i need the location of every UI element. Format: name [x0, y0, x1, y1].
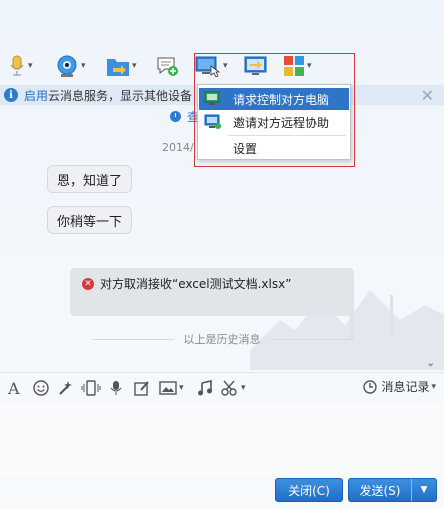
- font-icon[interactable]: A: [8, 379, 20, 398]
- emoji-icon[interactable]: [33, 379, 49, 397]
- file-cancel-row: ✕ 对方取消接收“excel测试文档.xlsx”: [82, 275, 291, 292]
- info-icon: i: [4, 88, 18, 102]
- webcam-icon: [57, 55, 77, 77]
- send-button[interactable]: 发送(S): [348, 478, 412, 502]
- chevron-down-icon[interactable]: ▾: [132, 61, 137, 71]
- folder-send-icon: [107, 59, 129, 76]
- chevron-down-icon[interactable]: ⌄: [426, 356, 435, 369]
- screenshot-scissors-icon[interactable]: ▾: [221, 379, 246, 397]
- microphone-icon: [10, 55, 24, 76]
- chevron-down-icon: ▾: [431, 381, 436, 392]
- notice-text: 对方取消接收“excel测试文档.xlsx”: [100, 277, 292, 291]
- message-record-label: 消息记录: [381, 380, 430, 394]
- chat-add-icon: [157, 57, 178, 76]
- chevron-down-icon[interactable]: ▾: [28, 61, 33, 71]
- chevron-down-icon[interactable]: ▾: [179, 383, 184, 393]
- message-date: 2014/: [162, 141, 194, 154]
- magic-icon[interactable]: [57, 379, 73, 397]
- video-call-button[interactable]: ▾: [55, 52, 86, 80]
- message-record-button[interactable]: 消息记录 ▾: [363, 378, 436, 395]
- enable-link[interactable]: 启用: [24, 87, 48, 104]
- create-discussion-button[interactable]: [156, 52, 180, 80]
- close-icon[interactable]: ✕: [421, 86, 434, 105]
- send-options-chevron-icon[interactable]: ▼: [411, 478, 437, 502]
- infobar-text: 云消息服务，显示其他设备: [48, 88, 193, 103]
- message-bubble: 恩，知道了: [47, 165, 133, 193]
- voice-call-button[interactable]: ▾: [8, 52, 33, 80]
- close-button[interactable]: 关闭(C): [275, 478, 343, 502]
- highlight-box: [194, 53, 355, 167]
- chevron-down-icon[interactable]: ▾: [81, 61, 86, 71]
- image-icon[interactable]: ▾: [159, 379, 184, 397]
- history-divider: 以上是历史消息: [92, 332, 352, 346]
- error-icon: ✕: [82, 277, 94, 290]
- message-text: 你稍等一下: [57, 214, 123, 230]
- message-text: 恩，知道了: [57, 173, 123, 189]
- message-bubble: 你稍等一下: [47, 206, 133, 234]
- message-input[interactable]: [0, 402, 444, 476]
- screenshot-edit-icon[interactable]: [134, 379, 150, 397]
- history-divider-label: 以上是历史消息: [183, 333, 261, 346]
- clock-icon: [170, 111, 181, 122]
- clock-icon: [363, 379, 378, 394]
- chevron-down-icon[interactable]: ▾: [241, 383, 246, 393]
- voice-message-icon[interactable]: [109, 379, 123, 397]
- shake-icon[interactable]: [81, 379, 101, 397]
- divider-line: [92, 338, 174, 340]
- send-file-button[interactable]: ▾: [106, 52, 137, 80]
- divider-line: [270, 338, 352, 340]
- music-icon[interactable]: [197, 379, 213, 397]
